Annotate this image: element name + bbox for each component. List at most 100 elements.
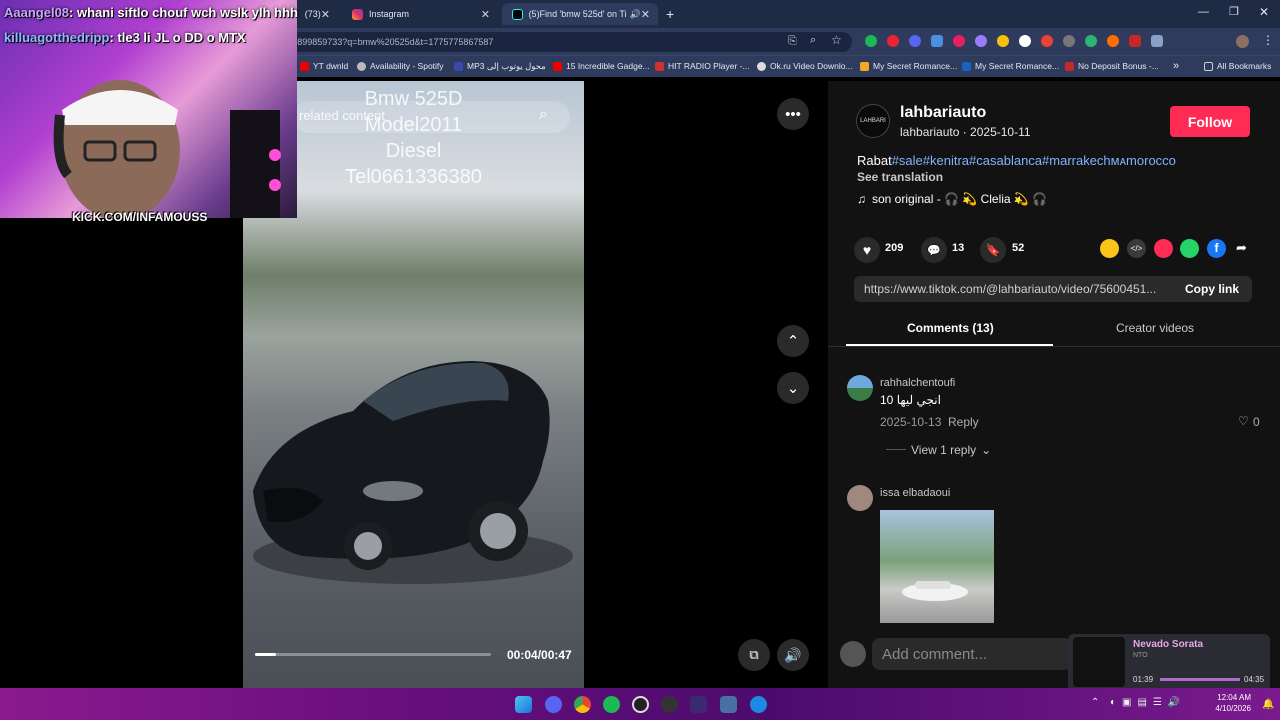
instagram-icon <box>352 8 363 20</box>
view-replies-button[interactable]: View 1 reply ⌄ <box>911 443 991 457</box>
share-arrow-icon[interactable]: ➦ <box>1236 240 1247 256</box>
car-thumbnail <box>902 581 968 601</box>
clock-time: 12:04 AM <box>1217 693 1251 702</box>
more-options-icon[interactable]: ••• <box>777 98 809 130</box>
minimize-button[interactable]: — <box>1198 6 1209 18</box>
profile-avatar[interactable] <box>1236 35 1249 48</box>
volume-icon[interactable]: 🔊 <box>777 639 809 671</box>
close-window-button[interactable]: ✕ <box>1259 5 1269 19</box>
menu-kebab-icon[interactable]: ⋮ <box>1262 33 1274 47</box>
author-avatar[interactable]: LAHBARI <box>856 104 890 138</box>
tab-instagram[interactable]: Instagram ✕ <box>342 3 498 25</box>
bookmark-star-icon[interactable]: ☆ <box>831 33 842 47</box>
author-date: lahbariauto · 2025-10-11 <box>900 125 1031 139</box>
comment-like-icon[interactable]: ♡ <box>1238 414 1249 428</box>
bookmark-icon[interactable]: 🔖 <box>980 237 1006 263</box>
heart-icon[interactable]: ♥ <box>854 237 880 263</box>
embed-icon[interactable]: </> <box>1127 239 1146 258</box>
tab-comments[interactable]: Comments (13) <box>907 321 994 335</box>
app-icon[interactable] <box>661 696 678 713</box>
track-title: Nevado Sorata <box>1133 639 1204 650</box>
whatsapp-icon[interactable] <box>1180 239 1199 258</box>
user-avatar[interactable] <box>840 641 866 667</box>
bookmark-item[interactable]: HIT RADIO Player -... <box>655 61 750 71</box>
puzzle-icon[interactable] <box>1151 35 1163 47</box>
avatar[interactable] <box>847 485 873 511</box>
zoom-icon[interactable]: ⌕ <box>810 34 816 47</box>
repost-icon[interactable] <box>1100 239 1119 258</box>
chrome-icon[interactable] <box>574 696 591 713</box>
new-tab-button[interactable]: + <box>666 6 674 22</box>
avatar[interactable] <box>847 375 873 401</box>
bookmark-item[interactable]: YT dwnld <box>300 61 348 71</box>
track-progress[interactable] <box>1160 678 1240 681</box>
system-tray-icons[interactable]: ◐▣▤☰🔊 <box>1110 697 1186 708</box>
send-icon[interactable] <box>1154 239 1173 258</box>
music-link[interactable]: ♫ son original - 🎧 💫 Clelia 💫 🎧 <box>857 192 1047 206</box>
extension-icon[interactable] <box>1041 35 1053 47</box>
start-icon[interactable] <box>515 696 532 713</box>
bookmark-item[interactable]: 15 Incredible Gadge... <box>553 61 650 71</box>
install-icon[interactable]: ⎘ <box>788 35 797 48</box>
extension-icon[interactable] <box>931 35 943 47</box>
extension-icon[interactable] <box>1019 35 1031 47</box>
close-icon[interactable]: ✕ <box>481 8 490 21</box>
caption-text: Rabat <box>857 153 892 168</box>
video-time: 00:04/00:47 <box>507 648 572 662</box>
picture-in-picture-icon[interactable]: ⧉ <box>738 639 770 671</box>
add-comment-input[interactable]: Add comment... <box>872 638 1072 670</box>
video-progress-track[interactable] <box>255 653 491 656</box>
copy-link-button[interactable]: Copy link <box>1185 282 1239 296</box>
comment-image[interactable] <box>880 510 994 623</box>
all-bookmarks-button[interactable]: All Bookmarks <box>1204 61 1271 71</box>
bookmark-item[interactable]: No Deposit Bonus -... <box>1065 61 1159 71</box>
extension-icon[interactable] <box>865 35 877 47</box>
bookmark-item[interactable]: My Secret Romance... <box>962 61 1059 71</box>
reply-button[interactable]: Reply <box>948 415 979 429</box>
author-name[interactable]: lahbariauto <box>900 104 986 122</box>
tab-tiktok[interactable]: (5)Find 'bmw 525d' on TikTok 🔊 ✕ <box>502 3 658 25</box>
app-icon[interactable] <box>690 696 707 713</box>
comment-username[interactable]: issa elbadaoui <box>880 487 950 499</box>
next-video-button[interactable]: ⌄ <box>777 372 809 404</box>
follow-button[interactable]: Follow <box>1170 106 1250 137</box>
bookmark-item[interactable]: MP3 محول يوتوب إلى <box>454 61 546 72</box>
spotify-icon[interactable] <box>603 696 620 713</box>
bookmark-item[interactable]: Ok.ru Video Downlo... <box>757 61 853 71</box>
caption-hashtags[interactable]: #sale#kenitra#casablanca#marrakech <box>892 153 1111 168</box>
close-icon[interactable]: ✕ <box>641 8 650 21</box>
extension-icon[interactable] <box>975 35 987 47</box>
bookmark-item[interactable]: Availability - Spotify <box>357 61 444 71</box>
tab-creator-videos[interactable]: Creator videos <box>1116 321 1194 335</box>
reply-line <box>886 449 906 450</box>
extension-icon[interactable] <box>1129 35 1141 47</box>
notification-icon[interactable]: 🔔 <box>1262 699 1274 710</box>
previous-video-button[interactable]: ⌃ <box>777 325 809 357</box>
extension-icon[interactable] <box>887 35 899 47</box>
bookmarks-overflow-icon[interactable]: » <box>1173 60 1179 72</box>
save-count: 52 <box>1012 242 1025 254</box>
maximize-button[interactable]: ❐ <box>1229 5 1239 18</box>
discord-icon[interactable] <box>545 696 562 713</box>
clock-date: 4/10/2026 <box>1215 704 1251 713</box>
extension-icon[interactable] <box>953 35 965 47</box>
speaker-icon: 🔊 <box>629 8 641 19</box>
extension-icon[interactable] <box>909 35 921 47</box>
comment-username[interactable]: rahhalchentoufi <box>880 377 955 389</box>
app-icon[interactable] <box>720 696 737 713</box>
extension-icon[interactable] <box>1085 35 1097 47</box>
extension-icon[interactable] <box>1063 35 1075 47</box>
extension-icon[interactable] <box>1107 35 1119 47</box>
caption-hashtag-tail[interactable]: ᴍᴀmorocco <box>1111 153 1176 168</box>
close-icon[interactable]: ✕ <box>321 8 330 21</box>
album-art <box>1073 637 1125 687</box>
bookmark-item[interactable]: My Secret Romance... <box>860 61 957 71</box>
tray-chevron-icon[interactable]: ⌃ <box>1091 697 1099 708</box>
obs-icon[interactable] <box>632 696 649 713</box>
app-icon[interactable] <box>750 696 767 713</box>
search-icon[interactable]: ⌕ <box>539 106 548 124</box>
see-translation-link[interactable]: See translation <box>857 170 943 184</box>
facebook-icon[interactable]: f <box>1207 239 1226 258</box>
comment-icon[interactable]: 💬 <box>921 237 947 263</box>
extension-icon[interactable] <box>997 35 1009 47</box>
